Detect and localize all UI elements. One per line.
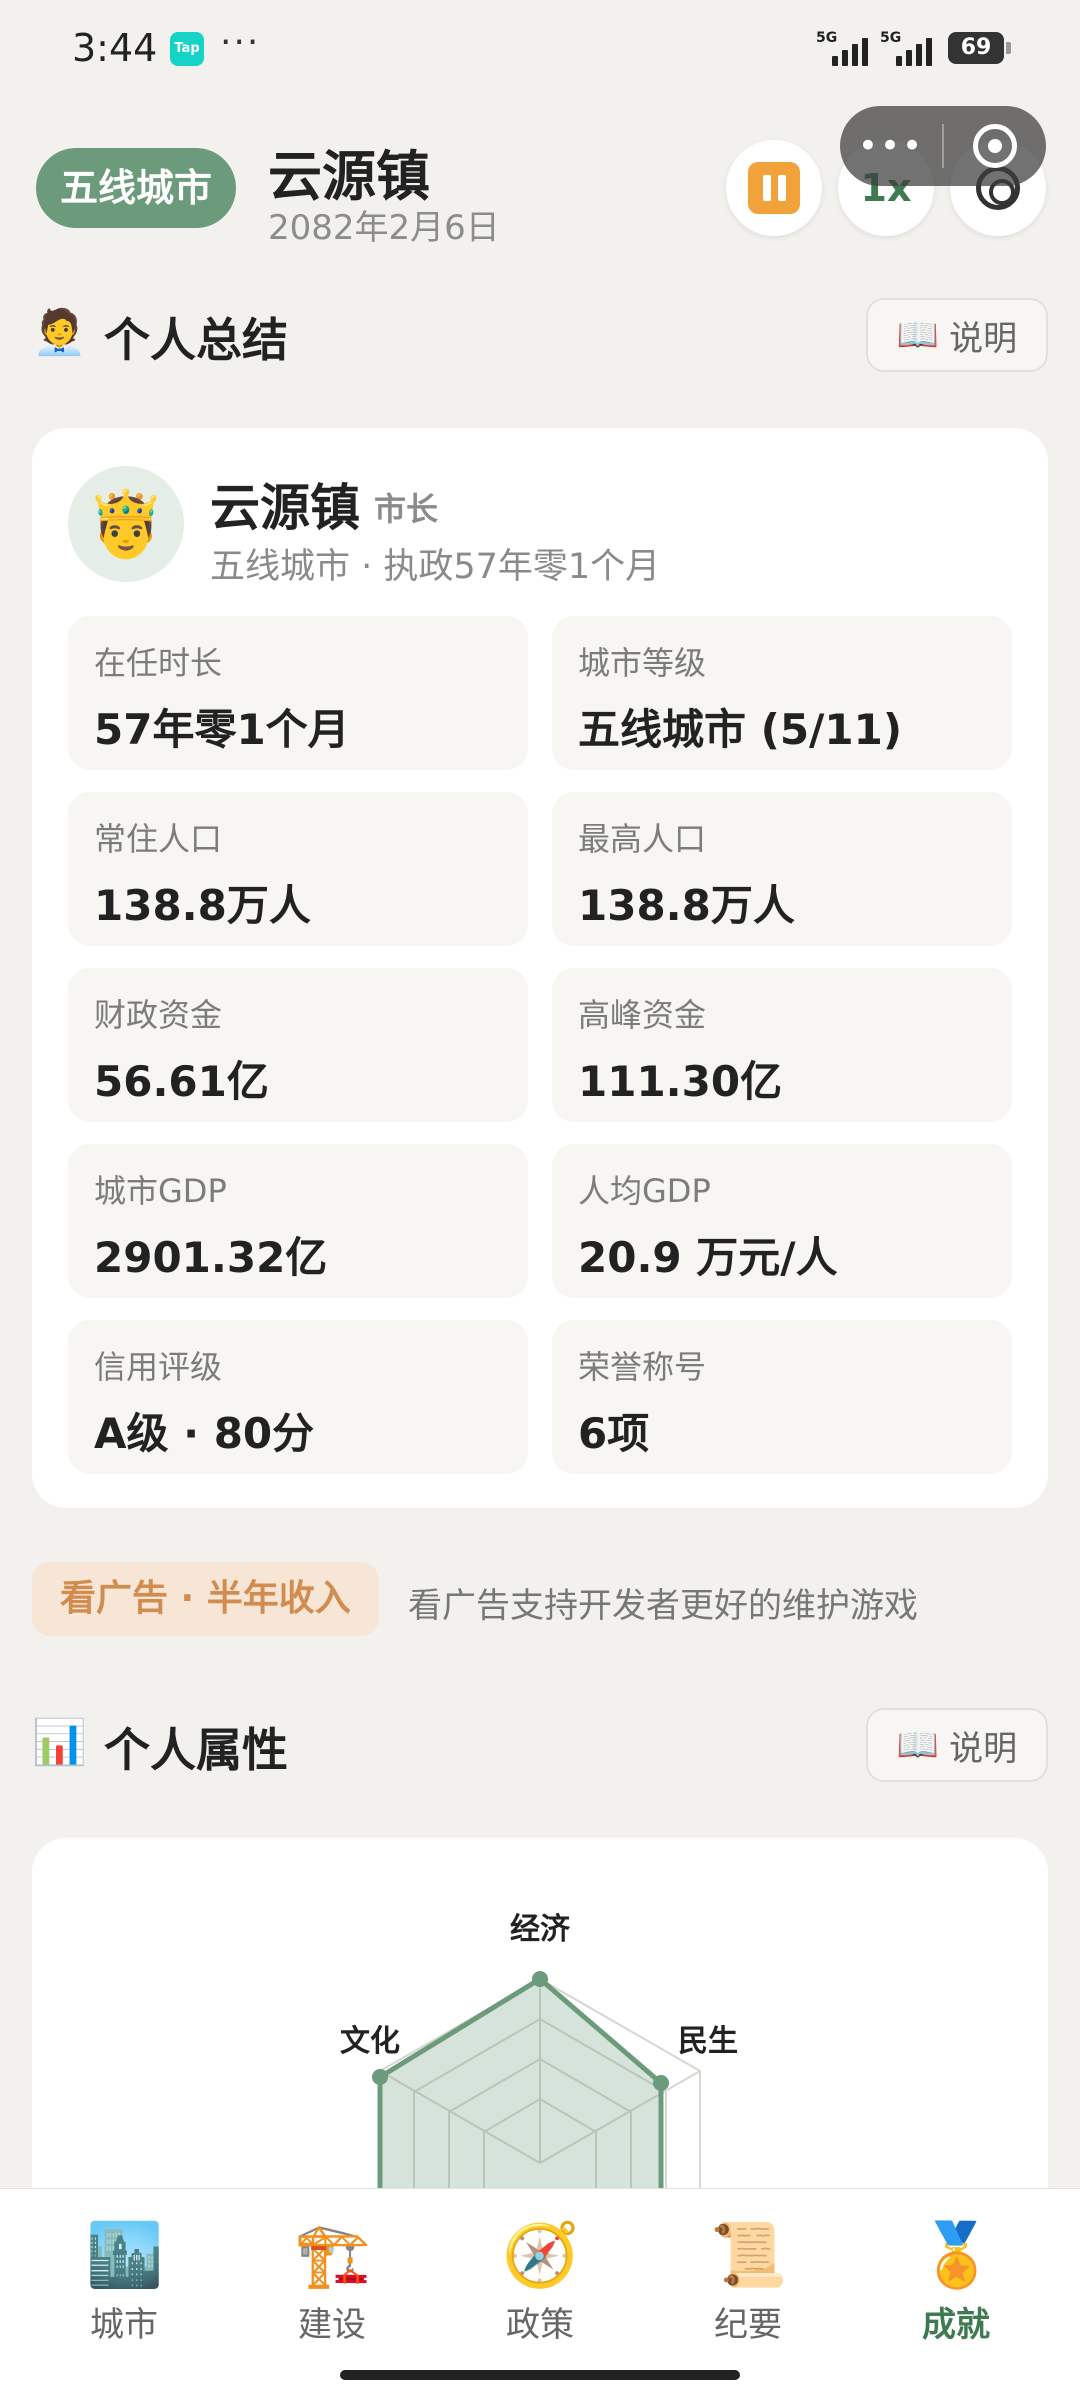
stat-label: 最高人口 — [578, 820, 707, 858]
signal-icon — [832, 36, 868, 66]
compass-icon: 🧭 — [502, 2218, 580, 2291]
stat-honors: 荣誉称号 6项 — [552, 1320, 1012, 1474]
mayor-subtitle: 五线城市 · 执政57年零1个月 — [210, 547, 661, 587]
stat-label: 城市等级 — [578, 644, 707, 682]
stat-value: A级 · 80分 — [94, 1409, 315, 1458]
home-indicator[interactable] — [340, 2370, 740, 2380]
section-title: 个人属性 — [104, 1723, 288, 1777]
target-icon — [973, 124, 1017, 168]
stat-value: 111.30亿 — [578, 1057, 783, 1106]
stat-value: 57年零1个月 — [94, 705, 350, 754]
stat-label: 人均GDP — [578, 1172, 711, 1210]
pause-button[interactable] — [726, 140, 822, 236]
stat-value: 138.8万人 — [94, 881, 311, 930]
ad-note: 看广告支持开发者更好的维护游戏 — [408, 1586, 918, 1626]
scroll-icon: 📜 — [710, 2218, 788, 2291]
nav-label: 纪要 — [714, 2305, 782, 2345]
avatar: 🤴 — [68, 466, 184, 582]
nav-policy[interactable]: 🧭 政策 — [460, 2217, 620, 2346]
explain-label: 说明 — [949, 1728, 1018, 1769]
personal-summary-header: 🧑‍💼 个人总结 📖 说明 — [32, 298, 1048, 372]
nav-label: 建设 — [298, 2305, 366, 2345]
stat-label: 常住人口 — [94, 820, 223, 858]
tap-app-icon: Tap — [170, 32, 204, 66]
stat-funds: 财政资金 56.61亿 — [68, 968, 528, 1122]
mini-program-capsule: ••• — [840, 106, 1046, 186]
game-date: 2082年2月6日 — [268, 208, 500, 248]
nav-build[interactable]: 🏗️ 建设 — [252, 2217, 412, 2346]
radar-point-culture — [372, 2069, 388, 2085]
radar-point-livelihood — [653, 2075, 669, 2091]
stat-value: 五线城市 (5/11) — [578, 705, 903, 754]
city-icon: 🏙️ — [86, 2218, 164, 2291]
notification-dots: ··· — [220, 22, 261, 63]
personal-summary-card: 🤴 云源镇 市长 五线城市 · 执政57年零1个月 在任时长 57年零1个月 城… — [32, 428, 1048, 1508]
nav-city[interactable]: 🏙️ 城市 — [44, 2217, 204, 2346]
pause-icon — [748, 162, 800, 214]
stat-label: 信用评级 — [94, 1348, 223, 1386]
radar-label-economy: 经济 — [510, 1912, 570, 1947]
stat-term: 在任时长 57年零1个月 — [68, 616, 528, 770]
nav-label: 城市 — [90, 2305, 158, 2345]
stats-grid: 在任时长 57年零1个月 城市等级 五线城市 (5/11) 常住人口 138.8… — [68, 616, 1012, 1474]
book-icon: 📖 — [896, 315, 940, 355]
stat-value: 56.61亿 — [94, 1057, 269, 1106]
personal-attributes-header: 📊 个人属性 📖 说明 — [32, 1708, 1048, 1782]
city-tier-badge: 五线城市 — [36, 148, 237, 228]
status-bar: 3:44 Tap ··· 5G 5G 69 — [0, 0, 1080, 100]
nav-label: 成就 — [922, 2305, 990, 2345]
battery-icon: 69 — [948, 32, 1011, 64]
close-mini-program-button[interactable] — [944, 124, 1046, 168]
mayor-name: 云源镇 — [210, 479, 360, 537]
nav-records[interactable]: 📜 纪要 — [668, 2217, 828, 2346]
stat-value: 20.9 万元/人 — [578, 1233, 838, 1282]
attributes-explain-button[interactable]: 📖 说明 — [866, 1708, 1048, 1782]
radar-label-livelihood: 民生 — [678, 2024, 738, 2059]
stat-gdp: 城市GDP 2901.32亿 — [68, 1144, 528, 1298]
stat-label: 城市GDP — [94, 1172, 227, 1210]
stat-gdp-per-capita: 人均GDP 20.9 万元/人 — [552, 1144, 1012, 1298]
stat-city-level: 城市等级 五线城市 (5/11) — [552, 616, 1012, 770]
stat-population: 常住人口 138.8万人 — [68, 792, 528, 946]
person-icon: 🧑‍💼 — [32, 307, 87, 358]
stat-value: 2901.32亿 — [94, 1233, 328, 1282]
stat-value: 138.8万人 — [578, 881, 795, 930]
stat-label: 财政资金 — [94, 996, 223, 1034]
stat-peak-funds: 高峰资金 111.30亿 — [552, 968, 1012, 1122]
nav-achievements[interactable]: 🏅 成就 — [876, 2217, 1036, 2346]
book-icon: 📖 — [896, 1725, 940, 1765]
stat-max-population: 最高人口 138.8万人 — [552, 792, 1012, 946]
medal-icon: 🏅 — [918, 2218, 996, 2291]
crane-icon: 🏗️ — [294, 2218, 372, 2291]
more-icon[interactable]: ••• — [840, 126, 942, 166]
chart-icon: 📊 — [32, 1717, 87, 1768]
status-time: 3:44 — [72, 26, 158, 70]
stat-label: 在任时长 — [94, 644, 223, 682]
radar-point-economy — [532, 1971, 548, 1987]
watch-ad-button[interactable]: 看广告 · 半年收入 — [32, 1562, 379, 1636]
bottom-nav: 🏙️ 城市 🏗️ 建设 🧭 政策 📜 纪要 🏅 成就 — [0, 2188, 1080, 2400]
nav-label: 政策 — [506, 2305, 574, 2345]
stat-value: 6项 — [578, 1409, 650, 1458]
signal-icon — [896, 36, 932, 66]
mayor-role: 市长 — [374, 490, 439, 528]
explain-label: 说明 — [949, 318, 1018, 359]
stat-credit-rating: 信用评级 A级 · 80分 — [68, 1320, 528, 1474]
stat-label: 高峰资金 — [578, 996, 707, 1034]
stat-label: 荣誉称号 — [578, 1348, 707, 1386]
section-title: 个人总结 — [104, 313, 288, 367]
summary-explain-button[interactable]: 📖 说明 — [866, 298, 1048, 372]
radar-label-culture: 文化 — [340, 2024, 400, 2059]
